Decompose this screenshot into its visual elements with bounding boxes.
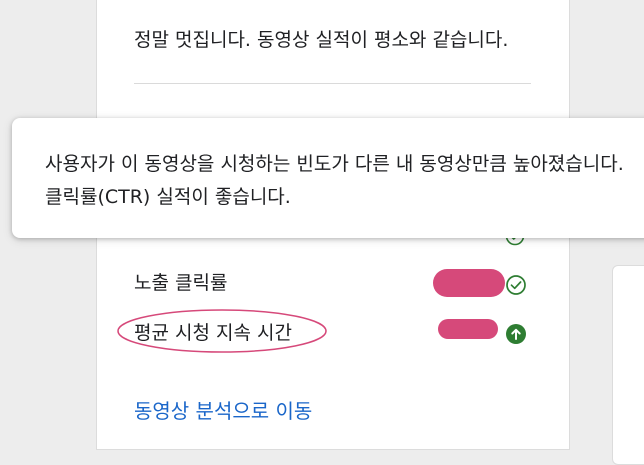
redacted-value [438,319,498,339]
redacted-value [433,269,505,297]
performance-summary-text: 정말 멋집니다. 동영상 실적이 평소와 같습니다. [134,29,509,51]
highlight-ellipse [117,309,327,353]
metric-tooltip: 사용자가 이 동영상을 시청하는 빈도가 다른 내 동영상만큼 높아졌습니다. … [12,118,644,238]
side-panel [612,265,644,465]
arrow-up-circle-icon [506,324,526,344]
tooltip-text: 사용자가 이 동영상을 시청하는 빈도가 다른 내 동영상만큼 높아졌습니다. … [45,153,624,208]
metric-label-ctr: 노출 클릭률 [134,272,228,294]
divider [134,83,531,84]
check-circle-icon [506,275,526,295]
go-to-video-analytics-link[interactable]: 동영상 분석으로 이동 [134,395,312,424]
